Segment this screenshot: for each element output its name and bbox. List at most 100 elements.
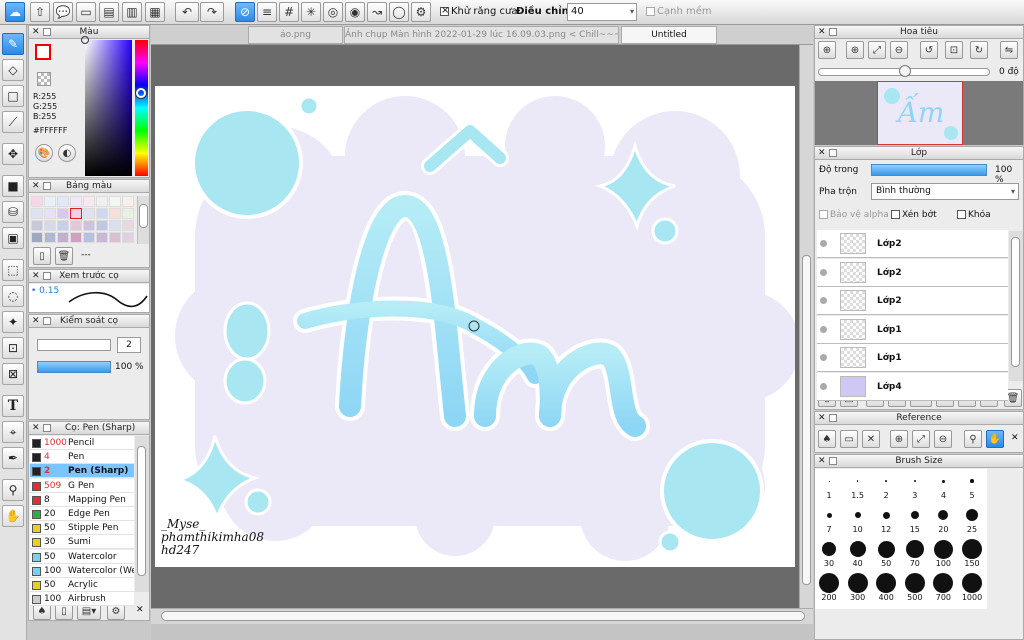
fit-window-icon[interactable]: ⤢ [868,41,886,59]
close-icon[interactable]: ✕ [32,26,40,38]
saturation-value-picker[interactable] [81,36,132,176]
brush-list-item[interactable]: 30 Sumi [30,535,134,550]
upload-icon[interactable]: ⇧ [30,2,50,22]
layer-opacity-slider[interactable] [871,164,987,176]
palette-swatch[interactable] [109,220,121,231]
brush-list-close-icon[interactable]: ✕ [136,605,144,615]
visibility-icon[interactable] [820,354,827,361]
line-tool-icon[interactable]: ⟋ [2,111,24,133]
antialias-check-icon[interactable] [440,5,449,17]
brush-list-item[interactable]: 100 Watercolor (Wet) [30,563,134,578]
float-icon[interactable] [829,414,837,422]
fill-rect-tool-icon[interactable]: ■ [2,175,24,197]
palette-swatch[interactable] [83,232,95,243]
brush-size-dot[interactable] [941,479,945,483]
visibility-icon[interactable] [820,382,827,390]
brush-list-item[interactable]: 2 Pen (Sharp) [30,464,134,479]
palette-scroll-thumb[interactable] [139,204,148,228]
settings-icon[interactable]: ⚙ [411,2,431,22]
palette-icon[interactable]: 🎨 [35,144,53,162]
palette-swatch[interactable] [96,232,108,243]
lock-checkbox[interactable]: Khóa [957,210,991,220]
palette-swatch[interactable] [122,220,134,231]
brush-size-dot[interactable] [826,512,832,518]
palette-swatch[interactable] [96,208,108,219]
float-icon[interactable] [43,182,51,190]
layer-row[interactable]: Lớp1 [817,344,1008,372]
select-rect-tool-icon[interactable]: ⬚ [2,259,24,281]
reference-open-icon[interactable]: ▭ [840,430,858,448]
palette-swatch[interactable] [122,196,134,207]
brush-list-item[interactable]: 1000 Pencil [30,436,134,450]
adjust-dropdown[interactable]: 40 ▾ [567,3,637,21]
visibility-icon[interactable] [820,297,827,304]
tab-untitled[interactable]: Untitled [621,26,717,44]
palette-swatch[interactable] [44,196,56,207]
brush-list-scroll-thumb[interactable] [137,446,146,576]
brush-list-item[interactable]: 100 Airbrush [30,592,134,607]
hue-handle[interactable] [136,88,146,98]
zoom-plus-icon[interactable]: ⊕ [846,41,864,59]
circle-snap-icon[interactable]: ◎ [323,2,343,22]
grid-icon[interactable]: ▦ [145,2,165,22]
flip-icon[interactable]: ⇋ [1000,41,1018,59]
reference-panel-close-icon[interactable]: ✕ [1011,433,1019,443]
layer-row[interactable]: Lớp4 [817,372,1008,401]
rotate-right-icon[interactable]: ↻ [970,41,988,59]
antialias-checkbox[interactable]: Khử răng cưa [440,5,517,17]
palette-swatch[interactable] [44,232,56,243]
select-eraser-tool-icon[interactable]: ⊠ [2,363,24,385]
brush-list-item[interactable]: 4 Pen [30,450,134,465]
redo-icon[interactable]: ↷ [200,2,224,22]
brush-size-dot[interactable] [822,542,836,556]
palette-swatch[interactable] [57,232,69,243]
visibility-icon[interactable] [820,268,827,276]
palette-swatch[interactable] [70,196,82,207]
divide-tool-icon[interactable]: ⌖ [2,421,24,443]
palette-scrollbar[interactable] [137,196,149,244]
brush-size-dot[interactable] [966,509,978,521]
brush-size-slider[interactable] [37,339,111,351]
palette-swatch[interactable] [31,196,43,207]
hand-tool-icon[interactable]: ✋ [2,505,24,527]
palette-swatch[interactable] [122,232,134,243]
brush-list-item[interactable]: 8 Mapping Pen [30,492,134,507]
brush-size-dot[interactable] [970,479,974,483]
monitor-icon[interactable]: ▭ [76,2,96,22]
soft-edge-checkbox[interactable]: Cạnh mềm [646,6,712,17]
app-logo-icon[interactable]: ☁ [5,2,25,22]
curve-snap-icon[interactable]: ↝ [367,2,387,22]
rotation-slider[interactable] [818,65,990,77]
foreground-color-swatch[interactable] [35,44,51,60]
brush-list-item[interactable]: 20 Edge Pen [30,507,134,521]
brush-size-dot[interactable] [819,573,839,593]
pen-nib-tool-icon[interactable]: ✒ [2,447,24,469]
float-icon[interactable] [43,424,51,432]
protect-alpha-checkbox[interactable]: Bảo vệ alpha [819,210,889,220]
palette-swatch[interactable] [109,196,121,207]
new-palette-icon[interactable]: ▯ [33,247,51,265]
brush-size-dot[interactable] [962,573,982,593]
rectangle-tool-icon[interactable]: □ [2,85,24,107]
palette-swatch[interactable] [122,208,134,219]
reference-hand-icon[interactable]: ✋ [986,430,1004,448]
concentric-snap-icon[interactable]: ◉ [345,2,365,22]
palette-swatch[interactable] [57,220,69,231]
lock-check-icon[interactable] [957,210,966,219]
brush-list-item[interactable]: 509 G Pen [30,478,134,493]
layer-list-scrollbar[interactable] [1009,231,1023,381]
palette-swatch[interactable] [83,208,95,219]
layer-row[interactable]: Lớp2 [817,258,1008,287]
reference-eyedropper-icon[interactable]: ⚲ [964,430,982,448]
picker-cursor[interactable] [81,36,89,44]
brush-list-item[interactable]: 50 Watercolor [30,549,134,564]
move-tool-icon[interactable]: ✥ [2,143,24,165]
brush-size-dot[interactable] [828,480,830,482]
brush-opacity-slider[interactable] [37,361,111,373]
close-icon[interactable]: ✕ [818,412,826,424]
radial-snap-icon[interactable]: ✳ [301,2,321,22]
document-icon[interactable]: ▤ [99,2,119,22]
chat-icon[interactable]: 💬 [53,2,73,22]
hue-slider[interactable] [135,40,148,176]
reference-zoom-in-icon[interactable]: ⊕ [890,430,908,448]
